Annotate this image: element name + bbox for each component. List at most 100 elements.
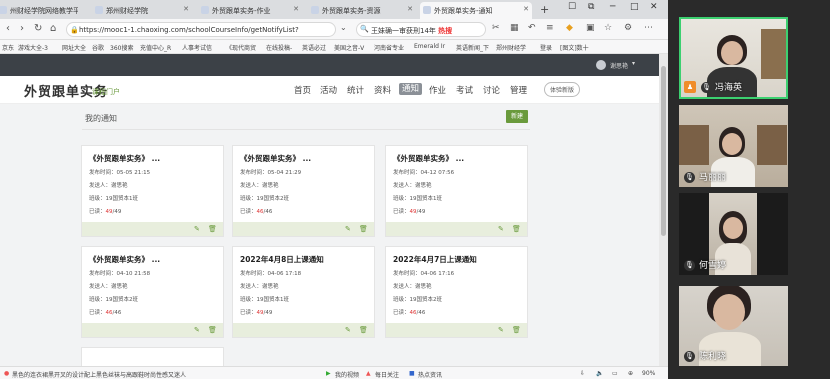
chevron-down-icon[interactable]: ▾ <box>632 60 635 67</box>
notice-card[interactable]: 2022年4月8日上课通知 发布时间：04-06 17:18 发送人：谢思艳 班… <box>232 246 375 338</box>
notice-card[interactable] <box>81 347 224 366</box>
notice-card[interactable]: 《外贸跟单实务》 ... 发布时间：05-05 21:15 发送人：谢思艳 班级… <box>81 145 224 237</box>
scrollbar-thumb[interactable] <box>661 66 666 236</box>
notice-card[interactable]: 《外贸跟单实务》 ... 发布时间：04-10 21:58 发送人：谢思艳 班级… <box>81 246 224 338</box>
bookmark-item[interactable]: 游戏大全-3 <box>18 43 48 52</box>
tab-list-icon[interactable]: ☐ <box>568 2 576 12</box>
nav-statistics[interactable]: 统计 <box>347 84 364 96</box>
bookmark-item[interactable]: 河南省专业 <box>374 43 404 52</box>
notice-title[interactable]: 2022年4月8日上课通知 <box>240 254 324 265</box>
nav-notify[interactable]: 通知 <box>399 83 423 95</box>
maximize-icon[interactable]: □ <box>630 2 639 12</box>
bookmark-item[interactable]: 在线投稿- <box>266 43 292 52</box>
bookmark-item[interactable]: 网址大全 <box>62 43 86 52</box>
notice-card[interactable]: 《外贸跟单实务》 ... 发布时间：05-04 21:29 发送人：谢思艳 班级… <box>232 145 375 237</box>
new-tab-button[interactable]: + <box>540 3 549 16</box>
delete-icon[interactable]: 🗑 <box>512 225 521 233</box>
back-icon[interactable]: ‹ <box>6 23 10 34</box>
nav-home[interactable]: 首页 <box>294 84 311 96</box>
bookmark-item[interactable]: 《现代商贸 <box>226 43 256 52</box>
scissors-icon[interactable]: ✂ <box>492 23 500 33</box>
shield-icon[interactable]: ◆ <box>566 23 573 33</box>
course-portal-link[interactable]: 课程门户 <box>92 87 120 97</box>
notice-card[interactable]: 《外贸跟单实务》 ... 发布时间：04-12 07:56 发送人：谢思艳 班级… <box>385 145 528 237</box>
bookmark-item[interactable]: 谷歌 <box>92 43 104 52</box>
tab-homework[interactable]: 外贸跟单实务-作业 ✕ <box>198 2 302 19</box>
delete-icon[interactable]: 🗑 <box>512 326 521 334</box>
dropdown-icon[interactable]: ⌄ <box>340 23 347 32</box>
edit-icon[interactable]: ✎ <box>194 225 200 233</box>
refresh-icon[interactable]: ↻ <box>34 23 42 34</box>
menu-icon[interactable]: ≡ <box>546 23 554 33</box>
participant-tile[interactable]: ♟ 🎙 冯海英 <box>679 17 788 99</box>
nav-homework[interactable]: 作业 <box>429 84 446 96</box>
edit-icon[interactable]: ✎ <box>345 326 351 334</box>
more-icon[interactable]: ⋯ <box>644 23 653 33</box>
news-ticker[interactable]: 黑色的连衣裙黑开叉的设计配上黑色丝袜与高跟鞋时尚性感又迷人 <box>12 370 186 379</box>
tab-platform[interactable]: 州财经学院网络教学平台 <box>0 2 78 19</box>
star-icon[interactable]: ☆ <box>604 23 612 33</box>
hot-news-link[interactable]: 热点资讯 <box>418 370 442 379</box>
participant-tile[interactable]: 🎙 马丽丽 <box>679 105 788 187</box>
notice-title[interactable]: 《外贸跟单实务》 ... <box>240 153 311 164</box>
bookmark-item[interactable]: 充值中心_R <box>140 43 171 52</box>
speaker-icon[interactable]: 🔈 <box>596 370 603 377</box>
nav-discussion[interactable]: 讨论 <box>483 84 500 96</box>
bookmark-item[interactable]: 郑州财经学 <box>496 43 526 52</box>
tab-notify[interactable]: 外贸跟单实务-通知 ✕ <box>420 2 532 19</box>
download-icon[interactable]: ⇩ <box>580 370 585 377</box>
my-videos-link[interactable]: 我的视频 <box>335 370 359 379</box>
notice-title[interactable]: 《外贸跟单实务》 ... <box>393 153 464 164</box>
edit-icon[interactable]: ✎ <box>345 225 351 233</box>
bookmark-item[interactable]: 美国之音-V <box>334 43 364 52</box>
grid-icon[interactable]: ▦ <box>510 23 519 33</box>
search-field[interactable]: 🔍 王妹确一审获刑14年 热搜 <box>356 22 486 37</box>
delete-icon[interactable]: 🗑 <box>208 225 217 233</box>
close-window-icon[interactable]: ✕ <box>650 2 658 12</box>
edit-icon[interactable]: ✎ <box>498 225 504 233</box>
nav-materials[interactable]: 资料 <box>374 84 391 96</box>
zoom-level[interactable]: 90% <box>642 370 655 377</box>
bookmark-item[interactable]: 360搜索 <box>110 43 133 52</box>
participant-tile[interactable]: 🎙 陈利晓 <box>679 286 788 366</box>
bookmark-item[interactable]: 登录 <box>540 43 552 52</box>
bookmark-item[interactable]: 英语新闻_下 <box>456 43 489 52</box>
new-notice-button[interactable]: 新建 <box>506 110 528 123</box>
window-icon[interactable]: ▭ <box>612 370 618 377</box>
zoom-icon[interactable]: ⊕ <box>628 370 633 377</box>
vertical-scrollbar[interactable] <box>659 54 668 366</box>
close-tab-icon[interactable]: ✕ <box>523 5 529 13</box>
notice-title[interactable]: 《外贸跟单实务》 ... <box>89 254 160 265</box>
tab-college[interactable]: 郑州财经学院 ✕ <box>92 2 192 19</box>
delete-icon[interactable]: 🗑 <box>208 326 217 334</box>
home-icon[interactable]: ⌂ <box>50 23 56 34</box>
notice-card[interactable]: 2022年4月7日上课通知 发布时间：04-06 17:16 发送人：谢思艳 班… <box>385 246 528 338</box>
bookmark-item[interactable]: Emerald Ir <box>414 43 445 50</box>
delete-icon[interactable]: 🗑 <box>359 326 368 334</box>
bookmark-item[interactable]: 京东 <box>2 43 14 52</box>
bookmark-item[interactable]: 人事考试信 <box>182 43 212 52</box>
extension-icon[interactable]: ▣ <box>586 23 595 33</box>
close-tab-icon[interactable]: ✕ <box>407 5 413 13</box>
participant-tile[interactable]: 🎙 何雪婷 <box>679 193 788 275</box>
bookmark-item[interactable]: 英语必过 <box>302 43 326 52</box>
restore-icon[interactable]: ⧉ <box>588 2 594 12</box>
undo-icon[interactable]: ↶ <box>528 23 536 33</box>
edit-icon[interactable]: ✎ <box>194 326 200 334</box>
nav-activity[interactable]: 活动 <box>320 84 337 96</box>
daily-focus-link[interactable]: 每日关注 <box>375 370 399 379</box>
user-name[interactable]: 谢思艳 <box>610 61 628 70</box>
nav-exam[interactable]: 考试 <box>456 84 473 96</box>
delete-icon[interactable]: 🗑 <box>359 225 368 233</box>
tab-resources[interactable]: 外贸跟单实务-资源 ✕ <box>308 2 416 19</box>
nav-manage[interactable]: 管理 <box>510 84 527 96</box>
bookmark-item[interactable]: [图文]数十 <box>560 43 589 52</box>
forward-icon[interactable]: › <box>20 23 24 34</box>
edit-icon[interactable]: ✎ <box>498 326 504 334</box>
close-tab-icon[interactable]: ✕ <box>293 5 299 13</box>
avatar[interactable] <box>596 60 606 70</box>
try-new-version-button[interactable]: 体验新版 <box>544 82 581 97</box>
minimize-icon[interactable]: ─ <box>610 2 615 12</box>
settings-icon[interactable]: ⚙ <box>624 23 632 33</box>
close-tab-icon[interactable]: ✕ <box>183 5 189 13</box>
